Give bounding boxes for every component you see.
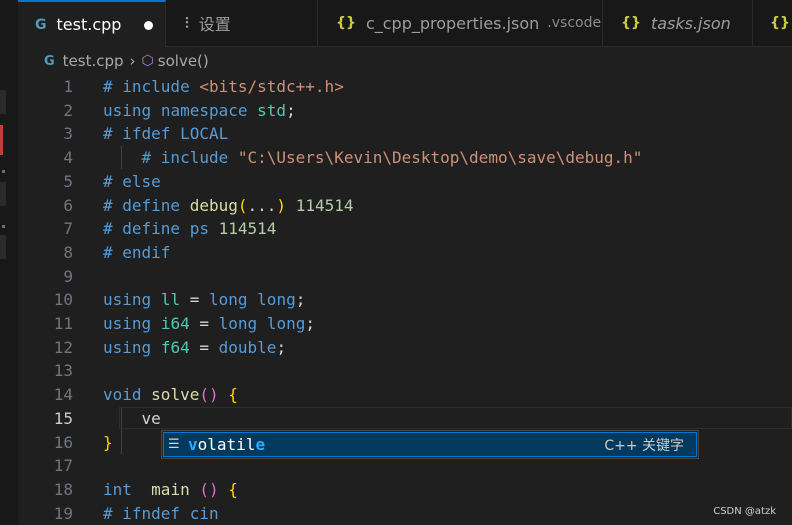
line-number: 9 [63, 266, 73, 286]
watermark: CSDN @atzk [713, 506, 776, 517]
code-line: 9 [18, 265, 792, 289]
line-number: 7 [63, 219, 73, 239]
line-number: 18 [53, 479, 73, 499]
strip-block [0, 90, 6, 114]
breadcrumb-symbol[interactable]: solve() [158, 52, 209, 70]
tab-label: test.cpp [56, 15, 122, 34]
strip-dot [2, 170, 5, 173]
line-number: 6 [63, 195, 73, 215]
line-number: 2 [63, 100, 73, 120]
code-text: # endif [103, 242, 171, 262]
code-text: } [103, 432, 113, 452]
line-number: 14 [53, 385, 73, 405]
line-number: 17 [53, 456, 73, 476]
code-line: 1 # include <bits/stdc++.h> [18, 75, 792, 99]
code-line: 8 # endif [18, 241, 792, 265]
code-text: ve [141, 408, 161, 428]
suggestion-item[interactable]: ☰ volatile C++ 关键字 [163, 432, 697, 457]
tab-tasks-json[interactable]: {} tasks.json [603, 0, 753, 46]
code-text: using ll = long long; [103, 290, 306, 310]
code-line: 4 # include "C:\Users\Kevin\Desktop\demo… [18, 146, 792, 170]
line-number: 11 [53, 314, 73, 333]
code-text: # include <bits/stdc++.h> [103, 77, 344, 96]
breadcrumb: G test.cpp › ⬡ solve() [18, 47, 792, 75]
code-text: using f64 = double; [103, 337, 287, 357]
keyword-icon: ☰ [168, 437, 180, 452]
code-line: 3 # ifdef LOCAL [18, 122, 792, 146]
code-text: using namespace std; [103, 100, 296, 120]
tab-label: c_cpp_properties.json [365, 13, 540, 33]
tab-overflow[interactable]: {} [753, 0, 792, 46]
code-line: 10 using ll = long long; [18, 288, 792, 312]
code-line: 18 int main () { [18, 478, 792, 502]
code-line: 14 void solve() { [18, 383, 792, 407]
code-text: int main () { [103, 479, 238, 499]
code-text: # include "C:\Users\Kevin\Desktop\demo\s… [141, 148, 643, 168]
tab-c-cpp-properties[interactable]: {} c_cpp_properties.json .vscode [318, 0, 603, 46]
strip-dot [2, 225, 5, 228]
strip-indicator [0, 125, 3, 155]
line-number: 4 [63, 148, 73, 168]
code-line: 19 # ifndef cin [18, 502, 792, 525]
line-number: 3 [63, 124, 73, 144]
unsaved-dot-icon[interactable] [144, 21, 153, 30]
suggestion-widget: ☰ volatile C++ 关键字 [161, 430, 699, 459]
line-number: 15 [53, 408, 73, 428]
line-number: 13 [53, 361, 73, 381]
chevron-right-icon: › [129, 52, 136, 70]
code-text: # else [103, 171, 161, 191]
code-text: # define debug(...) 114514 [103, 195, 354, 215]
code-text: void solve() { [103, 385, 238, 405]
tab-label: 设置 [198, 15, 231, 34]
strip-block [0, 235, 6, 259]
breadcrumb-file[interactable]: test.cpp [63, 52, 124, 70]
json-braces-icon: {} [770, 15, 790, 31]
settings-icon: ⫶ [185, 14, 189, 32]
cpp-file-icon: G [44, 53, 55, 69]
code-line: 5 # else [18, 170, 792, 194]
code-text: using i64 = long long; [103, 314, 315, 333]
line-number: 8 [63, 242, 73, 262]
code-text: # ifdef LOCAL [103, 124, 229, 144]
line-number: 12 [53, 337, 73, 357]
json-braces-icon: {} [336, 15, 356, 31]
json-braces-icon: {} [621, 15, 641, 31]
code-line: 11 using i64 = long long; [18, 312, 792, 336]
line-number: 1 [63, 77, 73, 96]
cpp-file-icon: G [35, 16, 47, 33]
tab-settings[interactable]: ⫶ 设置 [166, 0, 318, 46]
tab-test-cpp[interactable]: G test.cpp [18, 0, 166, 47]
line-number: 19 [53, 503, 73, 523]
code-text: # define ps 114514 [103, 219, 277, 239]
line-number: 10 [53, 290, 73, 310]
code-line: 7 # define ps 114514 [18, 217, 792, 241]
tab-bar: G test.cpp ⫶ 设置 {} c_cpp_properties.json… [18, 0, 792, 47]
suggestion-label: volatile [188, 435, 266, 454]
code-line: 13 [18, 359, 792, 383]
tab-description: .vscode [547, 15, 602, 31]
line-number: 5 [63, 171, 73, 191]
activity-strip [0, 0, 18, 525]
code-line: 6 # define debug(...) 114514 [18, 194, 792, 218]
code-line: 2 using namespace std; [18, 99, 792, 123]
code-line-current[interactable]: 15 ve [18, 407, 792, 431]
line-number: 16 [53, 432, 73, 452]
suggestion-detail: C++ 关键字 [604, 437, 684, 454]
strip-block [0, 182, 6, 206]
method-cube-icon: ⬡ [141, 53, 154, 69]
tab-label: tasks.json [650, 13, 731, 33]
code-text: # ifndef cin [103, 503, 219, 523]
code-line: 12 using f64 = double; [18, 336, 792, 360]
